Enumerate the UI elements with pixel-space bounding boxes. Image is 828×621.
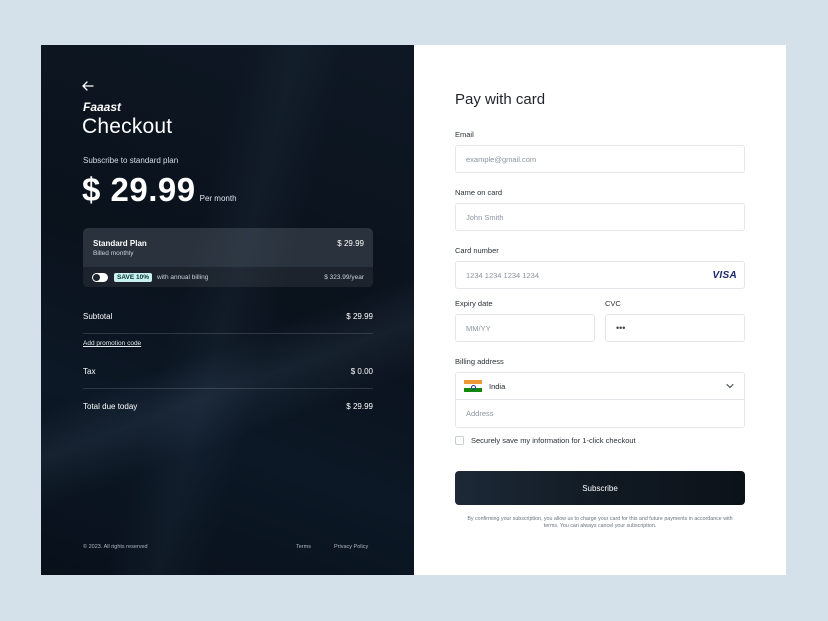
cvc-label: CVC	[605, 299, 621, 308]
card-number-label: Card number	[455, 246, 499, 255]
tax-row: Tax $ 0.00	[83, 367, 373, 376]
total-value: $ 29.99	[346, 402, 373, 411]
email-label: Email	[455, 130, 474, 139]
plan-card: Standard Plan Billed monthly $ 29.99 SAV…	[83, 228, 373, 287]
save-info-label: Securely save my information for 1-click…	[471, 436, 636, 445]
save-info-row: Securely save my information for 1-click…	[455, 436, 636, 445]
cvc-field[interactable]: •••	[605, 314, 745, 342]
subscription-disclaimer: By confirming your subscription, you all…	[467, 516, 733, 529]
india-flag-icon	[464, 380, 482, 392]
save-badge: SAVE 10%	[114, 272, 153, 282]
address-field[interactable]: Address	[455, 400, 745, 428]
save-info-checkbox[interactable]	[455, 436, 464, 445]
plan-name: Standard Plan	[93, 239, 147, 248]
country-select[interactable]: India	[455, 372, 745, 400]
plan-price: $ 29.99	[337, 239, 364, 248]
divider	[83, 333, 373, 334]
price-display: $ 29.99 Per month	[82, 171, 237, 209]
address-placeholder: Address	[466, 409, 494, 418]
email-field[interactable]: example@gmail.com	[455, 145, 745, 173]
brand-name: Faaast	[83, 100, 122, 114]
country-value: India	[489, 381, 506, 391]
add-promotion-code-link[interactable]: Add promotion code	[83, 340, 141, 347]
price-period: Per month	[199, 194, 237, 203]
privacy-policy-link[interactable]: Privacy Policy	[334, 544, 368, 550]
order-summary-panel: Faaast Checkout Subscribe to standard pl…	[41, 45, 414, 575]
expiry-date-field[interactable]: MM/YY	[455, 314, 595, 342]
terms-link[interactable]: Terms	[296, 544, 311, 550]
payment-panel: Pay with card Email example@gmail.com Na…	[414, 45, 786, 575]
subtotal-value: $ 29.99	[346, 312, 373, 321]
email-placeholder: example@gmail.com	[466, 154, 537, 164]
checkout-frame: Faaast Checkout Subscribe to standard pl…	[41, 45, 786, 575]
arrow-left-icon[interactable]	[81, 79, 95, 93]
total-label: Total due today	[83, 402, 138, 411]
annual-billing-row: SAVE 10% with annual billing $ 323.99/ye…	[83, 267, 373, 287]
price-amount: $ 29.99	[82, 171, 196, 208]
divider	[83, 388, 373, 389]
cvc-placeholder: •••	[616, 323, 626, 333]
expiry-date-label: Expiry date	[455, 299, 493, 308]
name-on-card-field[interactable]: John Smith	[455, 203, 745, 231]
billing-address-label: Billing address	[455, 357, 504, 366]
visa-logo-icon: VISA	[712, 270, 737, 281]
expiry-placeholder: MM/YY	[466, 323, 491, 333]
annual-billing-toggle[interactable]	[92, 272, 108, 282]
page-title: Checkout	[82, 115, 173, 138]
copyright-text: © 2023. All rights reserved	[83, 544, 148, 550]
plan-card-top: Standard Plan Billed monthly $ 29.99	[83, 228, 373, 267]
name-placeholder: John Smith	[466, 212, 504, 222]
name-on-card-label: Name on card	[455, 188, 503, 197]
payment-title: Pay with card	[455, 91, 546, 108]
plan-billing-cycle: Billed monthly	[93, 250, 134, 257]
subtotal-label: Subtotal	[83, 312, 113, 321]
card-number-placeholder: 1234 1234 1234 1234	[466, 270, 539, 280]
tax-value: $ 0.00	[350, 367, 373, 376]
card-number-field[interactable]: 1234 1234 1234 1234 VISA	[455, 261, 745, 289]
total-row: Total due today $ 29.99	[83, 402, 373, 411]
chevron-down-icon	[726, 384, 734, 389]
plan-subtitle: Subscribe to standard plan	[83, 156, 179, 165]
annual-price: $ 323.99/year	[324, 273, 364, 281]
annual-billing-label: with annual billing	[157, 273, 209, 281]
tax-label: Tax	[83, 367, 96, 376]
subtotal-row: Subtotal $ 29.99	[83, 312, 373, 321]
subscribe-button[interactable]: Subscribe	[455, 471, 745, 505]
